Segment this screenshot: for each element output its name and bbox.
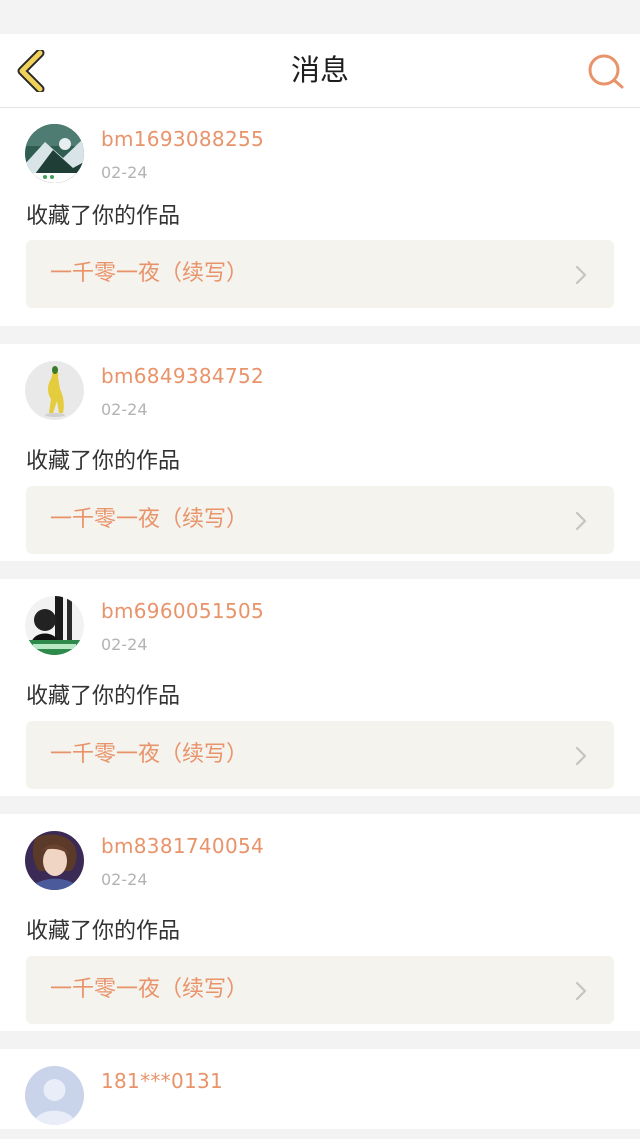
message-card: bm8381740054 02-24 收藏了你的作品 一千零一夜（续写） <box>0 814 640 1031</box>
work-link[interactable]: 一千零一夜（续写） <box>26 486 614 554</box>
message-date: 02-24 <box>101 163 148 182</box>
username[interactable]: bm6849384752 <box>101 364 264 388</box>
username[interactable]: bm8381740054 <box>101 834 264 858</box>
message-card: bm6960051505 02-24 收藏了你的作品 一千零一夜（续写） <box>0 579 640 796</box>
username[interactable]: 181***0131 <box>101 1069 223 1093</box>
username[interactable]: bm6960051505 <box>101 599 264 623</box>
username[interactable]: bm1693088255 <box>101 127 264 151</box>
message-date: 02-24 <box>101 635 148 654</box>
message-card: 181***0131 <box>0 1049 640 1129</box>
work-title: 一千零一夜（续写） <box>50 742 249 767</box>
search-icon <box>588 54 624 89</box>
message-date: 02-24 <box>101 400 148 419</box>
message-action: 收藏了你的作品 <box>26 449 181 474</box>
chevron-right-icon <box>575 265 587 285</box>
message-card: bm1693088255 02-24 收藏了你的作品 一千零一夜（续写） <box>0 108 640 326</box>
message-date: 02-24 <box>101 870 148 889</box>
chevron-right-icon <box>575 746 587 766</box>
message-card: bm6849384752 02-24 收藏了你的作品 一千零一夜（续写） <box>0 344 640 561</box>
avatar[interactable] <box>25 1066 84 1125</box>
work-link[interactable]: 一千零一夜（续写） <box>26 240 614 308</box>
avatar[interactable] <box>25 596 84 655</box>
avatar[interactable] <box>25 124 84 183</box>
work-link[interactable]: 一千零一夜（续写） <box>26 721 614 789</box>
message-action: 收藏了你的作品 <box>26 919 181 944</box>
nav-bar: 消息 <box>0 34 640 108</box>
message-action: 收藏了你的作品 <box>26 204 181 229</box>
message-list: bm1693088255 02-24 收藏了你的作品 一千零一夜（续写） bm6… <box>0 108 640 1129</box>
chevron-right-icon <box>575 981 587 1001</box>
message-action: 收藏了你的作品 <box>26 684 181 709</box>
work-title: 一千零一夜（续写） <box>50 507 249 532</box>
avatar[interactable] <box>25 831 84 890</box>
status-bar <box>0 0 640 34</box>
search-button[interactable] <box>586 52 626 92</box>
page-title: 消息 <box>290 53 349 87</box>
work-title: 一千零一夜（续写） <box>50 977 249 1002</box>
work-link[interactable]: 一千零一夜（续写） <box>26 956 614 1024</box>
chevron-right-icon <box>575 511 587 531</box>
work-title: 一千零一夜（续写） <box>50 261 249 286</box>
avatar[interactable] <box>25 361 84 420</box>
